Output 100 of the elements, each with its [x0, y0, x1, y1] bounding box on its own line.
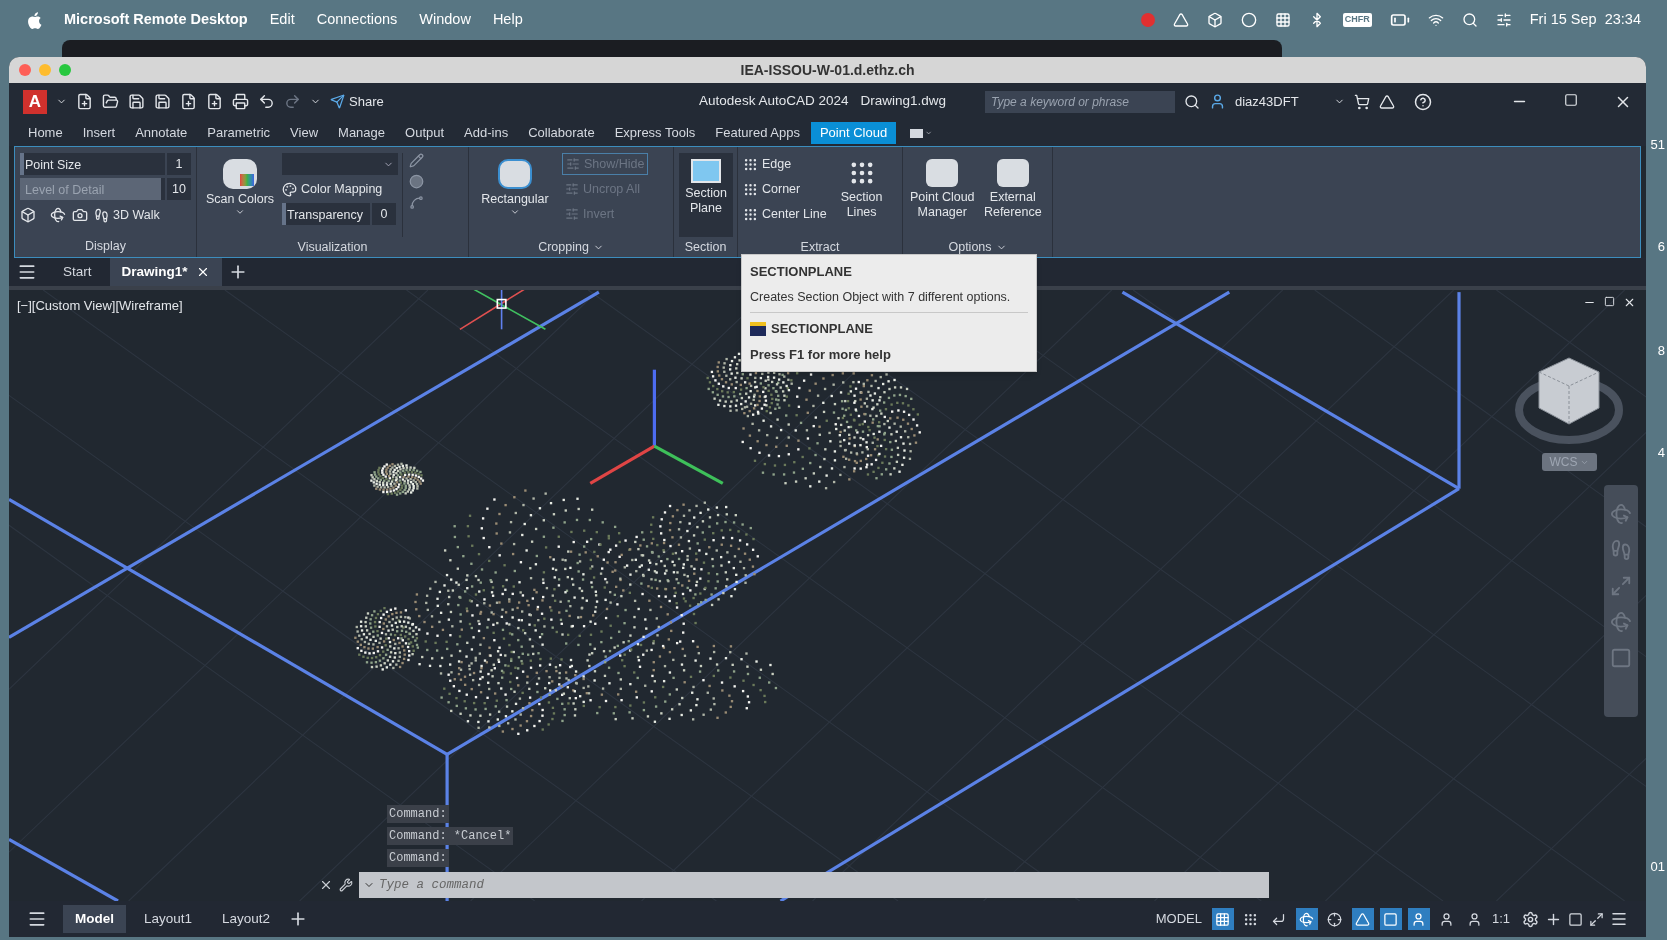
slider-label: Point Size: [25, 157, 82, 174]
status-toggle[interactable]: [1211, 908, 1234, 930]
wrench-icon[interactable]: [339, 878, 353, 892]
restore-viewport-icon[interactable]: [1604, 296, 1615, 307]
menu-bar-clock[interactable]: Fri 15 Sep 23:34: [1529, 9, 1641, 31]
model-space-button[interactable]: MODEL: [1155, 909, 1202, 929]
save-icon[interactable]: [128, 93, 145, 110]
maximize-icon[interactable]: [1564, 92, 1578, 107]
user-name[interactable]: diaz43DFT: [1235, 91, 1325, 112]
layout-tab[interactable]: Layout2: [210, 905, 283, 933]
tooltip-title: SECTIONPLANE: [750, 263, 853, 281]
panel-title: Display: [85, 237, 126, 255]
ribbon-tab[interactable]: View: [281, 122, 328, 144]
viewport-controls-label[interactable]: [−][Custom View][Wireframe]: [17, 296, 183, 316]
control-center-icon[interactable]: [1495, 12, 1512, 28]
new-file-icon[interactable]: [76, 93, 93, 110]
ribbon-tab[interactable]: Collaborate: [519, 122, 604, 144]
ribbon-tab[interactable]: Featured Apps: [706, 122, 809, 144]
panel-title: Section: [684, 238, 727, 256]
cube-icon[interactable]: [20, 207, 36, 223]
menu-item[interactable]: Connections: [316, 9, 398, 31]
panel-title: Cropping: [538, 238, 589, 256]
ribbon-tab[interactable]: Express Tools: [605, 122, 705, 144]
menu-icon[interactable]: [27, 909, 47, 929]
circle-icon[interactable]: [409, 174, 424, 189]
redo-icon[interactable]: [284, 93, 301, 110]
document-icon[interactable]: [180, 93, 197, 110]
circle-status-icon[interactable]: [1240, 12, 1257, 28]
ribbon-button[interactable]: External Reference: [978, 153, 1047, 237]
menu-item[interactable]: Window: [419, 9, 471, 31]
extract-button[interactable]: Edge: [743, 153, 827, 175]
ribbon-tab[interactable]: Output: [396, 122, 454, 144]
toggle-icon: [1271, 911, 1287, 927]
camera-icon[interactable]: [72, 207, 88, 223]
help-icon[interactable]: [1414, 92, 1432, 111]
ribbon-tab[interactable]: Annotate: [126, 122, 197, 144]
document-tab[interactable]: Drawing1*: [109, 258, 222, 286]
open-folder-icon[interactable]: [102, 93, 119, 110]
caret-icon: [235, 207, 245, 217]
document-tab[interactable]: Start: [51, 258, 104, 286]
user-icon[interactable]: [1209, 93, 1226, 110]
share-button[interactable]: Share: [330, 91, 384, 112]
ribbon-button[interactable]: Section Plane: [679, 153, 733, 237]
ribbon-button[interactable]: Section Lines: [834, 153, 889, 237]
wifi-icon[interactable]: [1427, 12, 1444, 28]
box-icon[interactable]: [1206, 12, 1223, 28]
command-field[interactable]: Type a command: [379, 872, 1269, 898]
ribbon-button[interactable]: Scan Colors: [202, 153, 278, 237]
toggle-icon: [1243, 911, 1259, 927]
status-toggle[interactable]: [1407, 908, 1430, 930]
search-icon[interactable]: [1184, 93, 1200, 110]
background-text: 8: [1657, 342, 1665, 360]
ribbon-tab[interactable]: Point Cloud: [810, 122, 897, 144]
spline-icon[interactable]: [409, 195, 424, 210]
fullscreen-icon[interactable]: [1589, 911, 1604, 927]
layout-tab[interactable]: Layout1: [132, 905, 205, 933]
close-viewport-icon[interactable]: [1623, 296, 1636, 309]
layout-tab[interactable]: Model: [63, 905, 126, 933]
cart-icon[interactable]: [1354, 93, 1370, 110]
undo-icon[interactable]: [258, 93, 275, 110]
slider[interactable]: Point Size: [20, 153, 165, 175]
menu-item[interactable]: Edit: [269, 9, 295, 31]
triangle-icon[interactable]: [1172, 12, 1189, 28]
grid-icon[interactable]: [1274, 12, 1291, 28]
status-toggle[interactable]: [1379, 908, 1402, 930]
input-source-badge[interactable]: CHFR: [1342, 13, 1372, 27]
window-title: IEA-ISSOU-W-01.d.ethz.ch: [740, 60, 915, 80]
close-command-icon[interactable]: [319, 878, 333, 892]
slider[interactable]: Transparency: [282, 203, 370, 225]
ribbon-tab[interactable]: Insert: [73, 122, 125, 144]
save-as-icon[interactable]: [154, 93, 171, 110]
extract-button[interactable]: Corner: [743, 178, 827, 200]
apple-logo-icon[interactable]: [26, 10, 42, 30]
ribbon-button[interactable]: Rectangular: [474, 153, 556, 237]
crosshair-cursor-icon: [459, 290, 547, 331]
ribbon-button[interactable]: Point Cloud Manager: [908, 153, 977, 237]
status-toggle[interactable]: [1295, 908, 1318, 930]
menu-icon[interactable]: [17, 262, 37, 282]
settings-icon[interactable]: [1522, 910, 1539, 928]
customize-icon[interactable]: [1610, 910, 1628, 928]
panel-toggle-icon[interactable]: [910, 127, 933, 139]
ribbon-tab[interactable]: Parametric: [198, 122, 280, 144]
orbit-icon[interactable]: [50, 207, 66, 223]
status-toggle[interactable]: [1351, 908, 1374, 930]
print-icon[interactable]: [232, 93, 249, 110]
ribbon-tab[interactable]: Add-ins: [455, 122, 518, 144]
color-mapping-button[interactable]: Color Mapping: [282, 178, 398, 200]
help-search-field[interactable]: Type a keyword or phrase: [985, 90, 1175, 113]
toggle-icon: [1327, 911, 1343, 927]
menu-item[interactable]: Help: [492, 9, 523, 31]
app-menu[interactable]: Microsoft Remote Desktop: [64, 9, 248, 31]
extract-button[interactable]: Center Line: [743, 203, 827, 225]
ribbon-tab[interactable]: Home: [19, 122, 72, 144]
slider-label: Level of Detail: [25, 182, 105, 199]
walk-button[interactable]: 3D Walk: [94, 205, 160, 225]
app-logo[interactable]: A: [23, 89, 47, 114]
ribbon-tab[interactable]: Manage: [329, 122, 395, 144]
annotation-scale[interactable]: 1:1: [1491, 909, 1510, 929]
pencil-icon[interactable]: [409, 153, 424, 168]
tooltip-description: Creates Section Object with 7 different options.: [750, 287, 1028, 314]
